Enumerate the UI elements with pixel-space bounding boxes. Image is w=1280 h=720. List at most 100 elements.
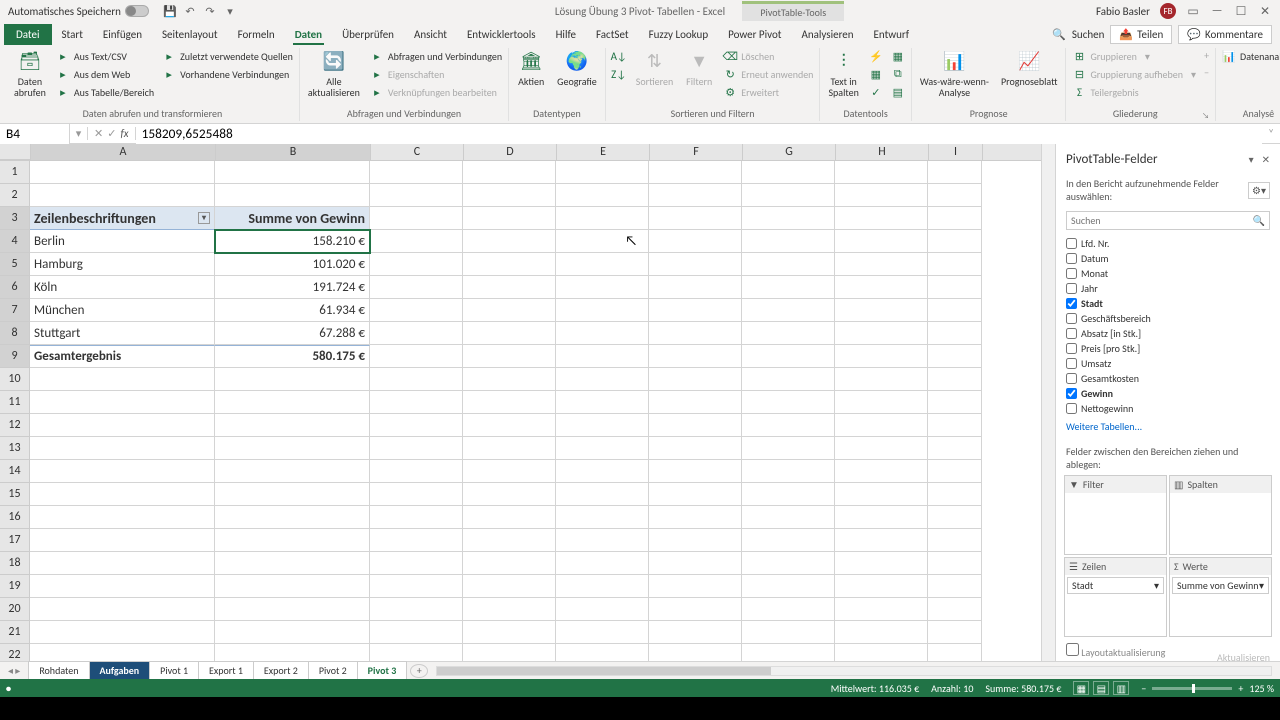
cell[interactable] [649,253,742,276]
pivot-field[interactable]: Gewinn [1066,386,1270,401]
pivot-row-label[interactable]: Köln [30,276,215,299]
tab-factset[interactable]: FactSet [586,24,639,45]
field-checkbox[interactable] [1066,403,1077,414]
cell[interactable] [835,368,928,391]
cell[interactable] [649,276,742,299]
select-all-cell[interactable] [0,144,31,160]
cell[interactable] [215,529,370,552]
cell[interactable] [928,391,982,414]
field-search-input[interactable] [1071,214,1253,227]
cell[interactable] [835,598,928,621]
cell[interactable] [742,391,835,414]
row-header[interactable]: 3 [0,207,30,230]
cell[interactable] [649,230,742,253]
cell[interactable] [649,207,742,230]
cell[interactable] [215,161,370,184]
row-header[interactable]: 10 [0,368,30,391]
sort-desc-button[interactable]: Z↓ [610,66,628,82]
cell[interactable] [742,644,835,661]
pivot-value-cell[interactable]: 101.020 € [215,253,370,276]
cell[interactable] [30,483,215,506]
field-checkbox[interactable] [1066,343,1077,354]
cell[interactable] [556,322,649,345]
cell[interactable] [556,161,649,184]
sort-asc-button[interactable]: A↓ [610,48,628,64]
cell[interactable] [30,391,215,414]
cell[interactable] [835,483,928,506]
toggle-switch[interactable] [125,5,149,17]
cell[interactable] [556,299,649,322]
tab-einfügen[interactable]: Einfügen [93,24,152,45]
get-data-item[interactable]: ▸Aus Text/CSV [54,48,156,64]
cell[interactable] [742,368,835,391]
pivot-row-label[interactable]: Stuttgart [30,322,215,345]
cell[interactable] [928,322,982,345]
cell[interactable] [30,621,215,644]
pivot-row-label[interactable]: Berlin [30,230,215,253]
minimize-icon[interactable]: — [1210,4,1224,18]
column-header[interactable]: B [216,144,371,160]
horizontal-scrollbar[interactable] [436,666,1272,676]
cell[interactable] [835,552,928,575]
column-header[interactable]: C [371,144,464,160]
cell[interactable] [463,230,556,253]
relationships-button[interactable]: ⧉ [889,66,907,82]
cell[interactable] [928,644,982,661]
column-header[interactable]: G [743,144,836,160]
cell[interactable] [928,529,982,552]
row-header[interactable]: 15 [0,483,30,506]
cell[interactable] [30,368,215,391]
column-header[interactable]: F [650,144,743,160]
ribbon-mode-icon[interactable]: ▭ [1186,4,1200,18]
cell[interactable] [30,437,215,460]
undo-icon[interactable]: ↶ [183,4,197,18]
pivot-value-cell[interactable]: 61.934 € [215,299,370,322]
cell[interactable] [463,552,556,575]
rows-area[interactable]: ☰ZeilenStadt▾ [1064,557,1167,637]
cell[interactable] [928,230,982,253]
pivot-value-cell[interactable]: 158.210 € [215,230,370,253]
collapse-ribbon-icon[interactable]: ˆ [1270,107,1274,120]
filter-button[interactable]: ▼Filtern [681,48,717,89]
cell[interactable] [370,644,463,661]
row-header[interactable]: 9 [0,345,30,368]
cell[interactable] [30,552,215,575]
cell[interactable] [370,161,463,184]
cell[interactable] [556,207,649,230]
cell[interactable] [215,414,370,437]
cell[interactable] [370,368,463,391]
row-header[interactable]: 17 [0,529,30,552]
pivot-field[interactable]: Nettogewinn [1066,401,1270,416]
maximize-icon[interactable]: ☐ [1234,4,1248,18]
cell[interactable] [370,299,463,322]
cell[interactable] [742,253,835,276]
cell[interactable] [556,506,649,529]
cell[interactable] [463,161,556,184]
cell[interactable] [370,230,463,253]
cell[interactable] [30,414,215,437]
cell[interactable] [835,460,928,483]
forecast-button[interactable]: 📈Prognoseblatt [997,48,1061,89]
sort-button[interactable]: ⇅Sortieren [632,48,678,89]
cell[interactable] [928,575,982,598]
cell[interactable] [30,161,215,184]
cell[interactable] [556,230,649,253]
add-sheet-button[interactable]: + [410,664,428,678]
cell[interactable] [928,184,982,207]
cell[interactable] [835,575,928,598]
defer-layout-checkbox[interactable]: Layoutaktualisierung zurückstellen [1066,643,1217,661]
cell[interactable] [463,391,556,414]
cell[interactable] [215,391,370,414]
column-header[interactable]: E [557,144,650,160]
text-to-columns-button[interactable]: ⫶Text in Spalten [824,48,862,100]
tab-power pivot[interactable]: Power Pivot [718,24,791,45]
comments-button[interactable]: 💬Kommentare [1178,25,1272,44]
cell[interactable] [463,483,556,506]
chevron-down-icon[interactable]: ▾ [1259,579,1264,592]
cell[interactable] [370,414,463,437]
row-header[interactable]: 1 [0,161,30,184]
tab-start[interactable]: Start [52,24,93,45]
column-header[interactable]: D [464,144,557,160]
cell[interactable] [463,184,556,207]
qat-custom-icon[interactable]: ▾ [223,4,237,18]
